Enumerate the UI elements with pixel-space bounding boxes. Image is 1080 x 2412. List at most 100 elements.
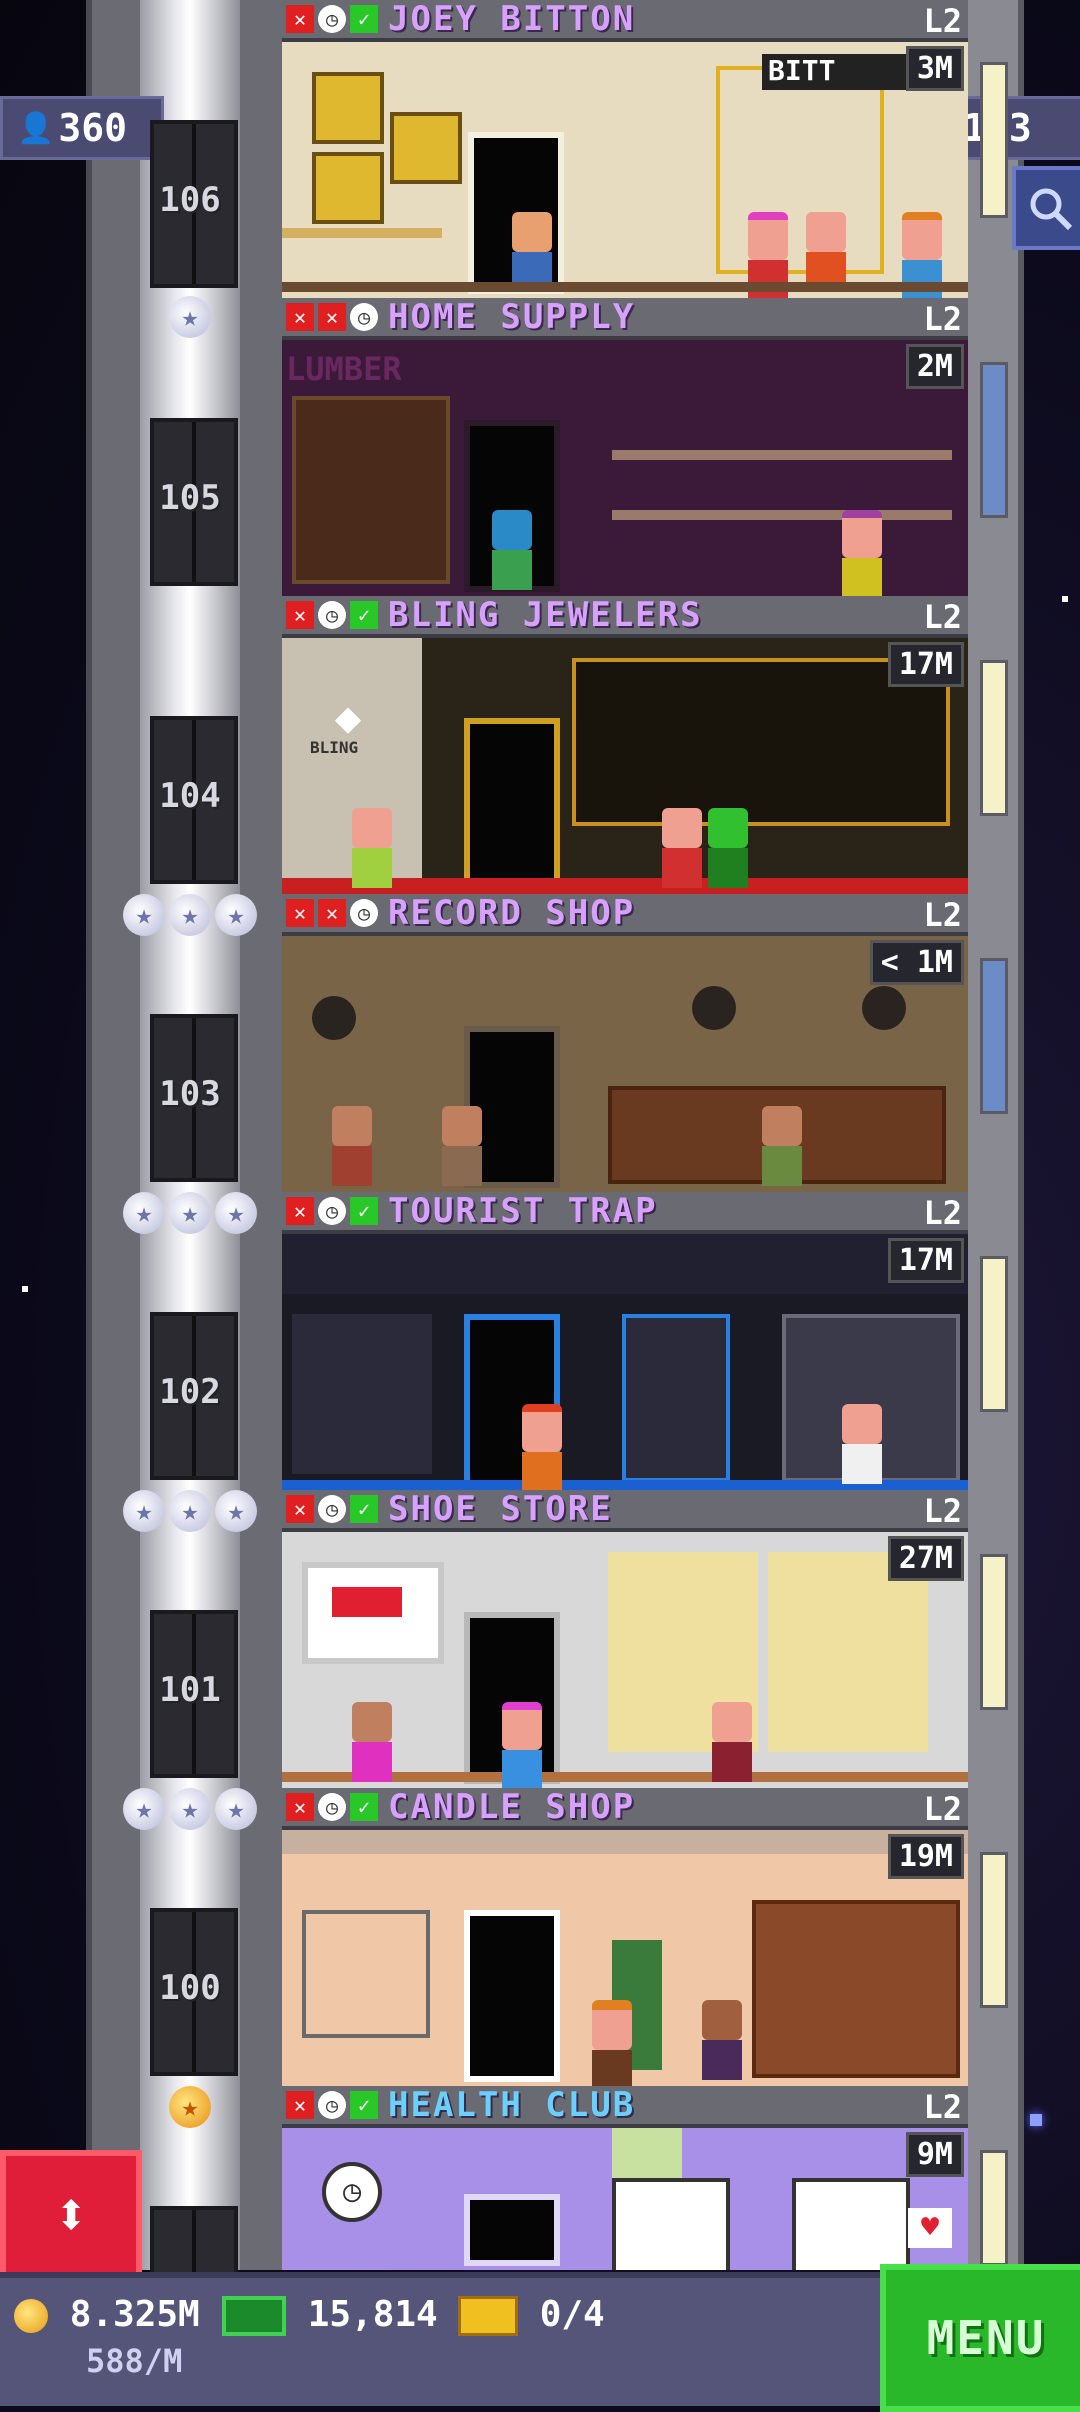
floor-home-supply[interactable]: ✕ ✕ ◷ HOME SUPPLY L2 LUMBER 2M <box>282 297 968 596</box>
floor-stars: ★ ★ ★ <box>118 1788 262 1830</box>
floor-number: 101 <box>159 1670 221 1710</box>
floor-bling-jewelers[interactable]: ✕ ◷ ✓ BLING JEWELERS L2 ◆ BLING 17M <box>282 595 968 894</box>
star-icon: ★ <box>169 1788 211 1830</box>
window <box>980 362 1008 518</box>
shoe-wall <box>768 1552 928 1752</box>
up-down-arrows-icon: ⬍ <box>52 2180 90 2250</box>
floor-header: ✕ ◷ ✓ SHOE STORE L2 <box>282 1489 968 1532</box>
shop-door <box>464 2194 560 2266</box>
shop-room <box>282 936 968 1192</box>
floor-header: ✕ ◷ ✓ JOEY BITTON L2 <box>282 0 968 42</box>
star <box>1062 596 1068 602</box>
customer <box>492 510 532 590</box>
shop-name: SHOE STORE <box>388 1489 613 1529</box>
candle-display <box>752 1900 960 2078</box>
floor-tourist-trap[interactable]: ✕ ◷ ✓ TOURIST TRAP L2 17M <box>282 1191 968 1490</box>
bux-display[interactable]: 15,814 <box>222 2294 438 2336</box>
shop-name: RECORD SHOP <box>388 893 636 933</box>
floor-joey-bitton[interactable]: ✕ ◷ ✓ JOEY BITTON L2 BITT 3M <box>282 0 968 298</box>
customer <box>352 808 392 888</box>
floor-header: ✕ ◷ ✓ TOURIST TRAP L2 <box>282 1191 968 1234</box>
floor-income: 2M <box>905 344 964 389</box>
wall-clock-icon: ◷ <box>322 2162 382 2222</box>
floor-record-shop[interactable]: ✕ ✕ ◷ RECORD SHOP L2 < 1M <box>282 893 968 1192</box>
shop-level: L2 <box>923 1492 962 1530</box>
shop-sign: LUMBER <box>286 350 402 388</box>
shop-sign: BITT <box>762 54 908 90</box>
vinyl-record <box>692 986 736 1030</box>
menu-button[interactable]: MENU <box>880 2264 1080 2412</box>
star-icon: ★ <box>169 1192 211 1234</box>
clock-icon: ◷ <box>318 5 346 33</box>
floor-header: ✕ ✕ ◷ RECORD SHOP L2 <box>282 893 968 936</box>
display-counter <box>282 228 442 238</box>
star-icon: ★ <box>215 894 257 936</box>
floor-header: ✕ ◷ ✓ BLING JEWELERS L2 <box>282 595 968 638</box>
shop-room: LUMBER <box>282 340 968 596</box>
x-icon: ✕ <box>286 5 314 33</box>
shop-level: L2 <box>923 598 962 636</box>
star <box>22 1286 28 1292</box>
shop-level: L2 <box>923 1194 962 1232</box>
coins-display[interactable]: 8.325M <box>14 2294 200 2335</box>
shop-room: ◷ ♥ <box>282 2128 968 2270</box>
souvenir-shelf <box>622 1314 730 1482</box>
shop-door <box>464 718 560 890</box>
shop-name: CANDLE SHOP <box>388 1787 636 1827</box>
shop-room: BITT <box>282 42 968 298</box>
x-icon: ✕ <box>286 1495 314 1523</box>
person-icon: 👤 <box>17 110 55 146</box>
floor-stars: ★ ★ ★ <box>118 894 262 936</box>
shop-name: TOURIST TRAP <box>388 1191 658 1231</box>
floor-shoe-store[interactable]: ✕ ◷ ✓ SHOE STORE L2 27M <box>282 1489 968 1788</box>
search-button[interactable] <box>1012 166 1080 250</box>
x-icon: ✕ <box>286 1793 314 1821</box>
shop-name: HOME SUPPLY <box>388 297 636 337</box>
floor-number: 100 <box>159 1968 221 2008</box>
floor-candle-shop[interactable]: ✕ ◷ ✓ CANDLE SHOP L2 19M <box>282 1787 968 2086</box>
x-icon: ✕ <box>286 303 314 331</box>
star-icon: ★ <box>123 1490 165 1532</box>
floor-number: 104 <box>159 776 221 816</box>
check-icon: ✓ <box>350 5 378 33</box>
customer <box>702 2000 742 2080</box>
elevator-door[interactable] <box>150 2206 238 2278</box>
gold-star-icon: ★ <box>169 2086 211 2128</box>
star-icon: ★ <box>123 1788 165 1830</box>
shop-name: JOEY BITTON <box>388 0 636 39</box>
floor-health-club[interactable]: ✕ ◷ ✓ HEALTH CLUB L2 ◷ ♥ 9M <box>282 2085 968 2270</box>
customer <box>502 1702 542 1788</box>
bux-value: 15,814 <box>307 2294 438 2335</box>
customer <box>592 2000 632 2086</box>
customer <box>902 212 942 298</box>
window <box>980 660 1008 816</box>
clock-icon: ◷ <box>318 1793 346 1821</box>
golden-ticket-icon <box>458 2296 518 2336</box>
check-icon: ✓ <box>350 2091 378 2119</box>
customer <box>662 808 702 888</box>
heart-icon[interactable]: ♥ <box>908 2208 952 2248</box>
floor-header: ✕ ✕ ◷ HOME SUPPLY L2 <box>282 297 968 340</box>
shop-level: L2 <box>923 2 962 40</box>
floor-baseline <box>282 282 968 292</box>
star <box>1030 2114 1042 2126</box>
elevator-button[interactable]: ⬍ <box>0 2150 142 2280</box>
window <box>980 1256 1008 1412</box>
tickets-display[interactable]: 0/4 <box>458 2294 605 2336</box>
customer <box>842 510 882 596</box>
floor-stars: ★ ★ ★ <box>118 1490 262 1532</box>
floor-number: 102 <box>159 1372 221 1412</box>
tool-shelf <box>612 450 952 460</box>
customer <box>708 808 748 888</box>
population-counter[interactable]: 👤 360 <box>0 96 164 160</box>
star-icon: ★ <box>215 1490 257 1532</box>
locker <box>792 2178 910 2270</box>
shop-door <box>464 1910 560 2082</box>
coins-value: 8.325M <box>69 2294 200 2335</box>
floor-income: 27M <box>887 1536 964 1581</box>
customer <box>512 212 552 292</box>
customer <box>842 1404 882 1484</box>
window <box>980 62 1008 218</box>
x-icon: ✕ <box>286 899 314 927</box>
shop-room <box>282 1830 968 2086</box>
